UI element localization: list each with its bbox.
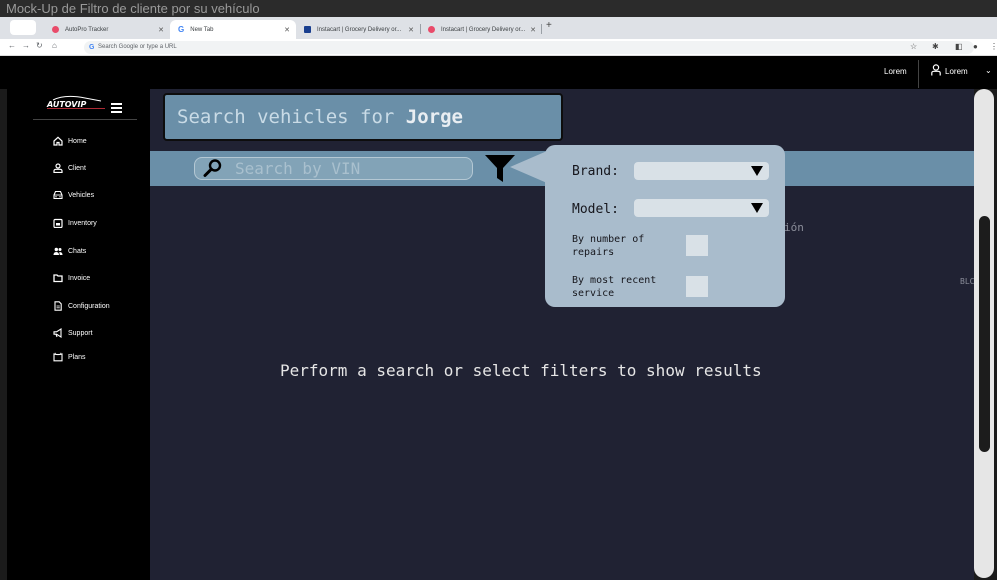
profile-icon[interactable]: ●	[973, 42, 978, 51]
car-icon	[53, 190, 63, 200]
tab-autopro[interactable]: AutoPro Tracker ✕	[44, 20, 170, 39]
plans-icon	[53, 352, 63, 362]
megaphone-icon	[53, 328, 63, 338]
user-name[interactable]: Lorem	[945, 67, 968, 76]
tab-instacart-2[interactable]: Instacart | Grocery Delivery or... ✕	[420, 20, 542, 39]
sidebar: AUTOVIP Home Client Vehicles Inventory C…	[7, 89, 150, 580]
document-icon	[53, 301, 63, 311]
home-icon	[53, 136, 63, 146]
header-divider	[918, 60, 919, 88]
recent-service-checkbox[interactable]	[686, 276, 708, 297]
inventory-icon	[53, 218, 63, 228]
omnibox[interactable]: G Search Google or type a URL	[84, 41, 974, 54]
search-title-name: Jorge	[405, 106, 463, 128]
sidebar-item-chats[interactable]: Chats	[53, 246, 86, 256]
star-icon[interactable]: ☆	[910, 42, 917, 51]
recent-service-filter-label: By most recent service	[572, 275, 657, 299]
new-tab-icon[interactable]: +	[546, 20, 552, 31]
search-title-prefix: Search vehicles for	[177, 106, 406, 128]
model-label: Model:	[572, 202, 619, 217]
sidebar-item-label: Chats	[68, 247, 87, 255]
instacart-favicon-icon	[428, 26, 435, 33]
user-icon	[53, 163, 63, 173]
chevron-down-icon[interactable]: ⌄	[985, 66, 992, 75]
sidebar-item-vehicles[interactable]: Vehicles	[53, 190, 94, 200]
menu-dots-icon[interactable]: ⋮	[990, 42, 997, 51]
sidebar-item-label: Vehicles	[68, 191, 95, 199]
window-control[interactable]	[10, 20, 36, 35]
omnibox-placeholder: Search Google or type a URL	[98, 44, 177, 50]
search-title: Search vehicles for Jorge	[163, 93, 563, 141]
user-icon[interactable]	[931, 64, 941, 76]
back-icon[interactable]: ←	[8, 41, 16, 50]
repairs-checkbox[interactable]	[686, 235, 708, 256]
extensions-icon[interactable]: ✱	[932, 42, 939, 51]
dropdown-arrow-icon	[751, 166, 763, 176]
sidebar-item-label: Configuration	[68, 302, 110, 310]
sidebar-item-support[interactable]: Support	[53, 328, 93, 338]
sidebar-item-client[interactable]: Client	[53, 163, 86, 173]
paypal-favicon-icon	[304, 26, 311, 33]
forward-icon[interactable]: →	[22, 41, 30, 50]
tab-divider	[541, 24, 542, 34]
google-favicon-icon: G	[178, 25, 185, 34]
search-icon[interactable]	[203, 158, 223, 178]
empty-state-message: Perform a search or select filters to sh…	[280, 361, 762, 380]
close-tab-icon[interactable]: ✕	[530, 26, 536, 34]
sidebar-item-label: Support	[68, 329, 93, 337]
close-tab-icon[interactable]: ✕	[284, 26, 290, 34]
sidebar-item-inventory[interactable]: Inventory	[53, 218, 97, 228]
tab-label: AutoPro Tracker	[65, 26, 109, 33]
sidebar-item-invoice[interactable]: Invoice	[53, 273, 90, 283]
popover-pointer	[510, 151, 547, 183]
tab-label: Instacart | Grocery Delivery or...	[441, 26, 526, 33]
brand-select[interactable]	[634, 162, 769, 180]
scrollbar-thumb[interactable]	[979, 216, 990, 452]
tab-label: New Tab	[190, 26, 214, 33]
sidebar-item-label: Plans	[68, 353, 86, 361]
close-tab-icon[interactable]: ✕	[408, 26, 414, 34]
sidebar-divider	[33, 119, 137, 120]
google-icon: G	[89, 44, 95, 51]
model-select[interactable]	[634, 199, 769, 217]
repairs-filter-label: By number of repairs	[572, 234, 645, 258]
sidebar-item-label: Invoice	[68, 274, 91, 282]
mockup-title: Mock-Up de Filtro de cliente por su vehí…	[0, 0, 997, 17]
autovip-logo: AUTOVIP	[46, 95, 105, 109]
sidebar-item-label: Home	[68, 137, 87, 145]
close-tab-icon[interactable]: ✕	[158, 26, 164, 34]
tab-new-tab[interactable]: G New Tab ✕	[170, 20, 296, 39]
background-text: ión	[784, 221, 804, 234]
hamburger-menu-icon[interactable]	[111, 103, 122, 115]
brand-label: Brand:	[572, 164, 619, 179]
dropdown-arrow-icon	[751, 203, 763, 213]
home-browser-icon[interactable]: ⌂	[52, 41, 57, 50]
autopro-favicon-icon	[52, 26, 59, 33]
sidebar-item-label: Inventory	[68, 219, 97, 227]
tab-instacart-1[interactable]: Instacart | Grocery Delivery or... ✕	[296, 20, 420, 39]
sidebar-item-label: Client	[68, 164, 86, 172]
tab-label: Instacart | Grocery Delivery or...	[317, 26, 402, 33]
sidebar-item-plans[interactable]: Plans	[53, 352, 86, 362]
logo-text: AUTOVIP	[46, 100, 86, 109]
reload-icon[interactable]: ↻	[36, 41, 43, 50]
app-header: Lorem Lorem ⌄	[0, 56, 997, 89]
browser-tabstrip: AutoPro Tracker ✕ G New Tab ✕ Instacart …	[0, 17, 997, 39]
sidepanel-icon[interactable]: ◧	[955, 42, 963, 51]
header-link[interactable]: Lorem	[884, 67, 907, 76]
browser-toolbar: ← → ↻ ⌂ G Search Google or type a URL ☆ …	[0, 39, 997, 56]
sidebar-item-configuration[interactable]: Configuration	[53, 301, 110, 311]
chats-icon	[53, 246, 63, 256]
sidebar-item-home[interactable]: Home	[53, 136, 87, 146]
vin-search-input[interactable]: Search by VIN	[194, 157, 473, 180]
folder-icon	[53, 273, 63, 283]
